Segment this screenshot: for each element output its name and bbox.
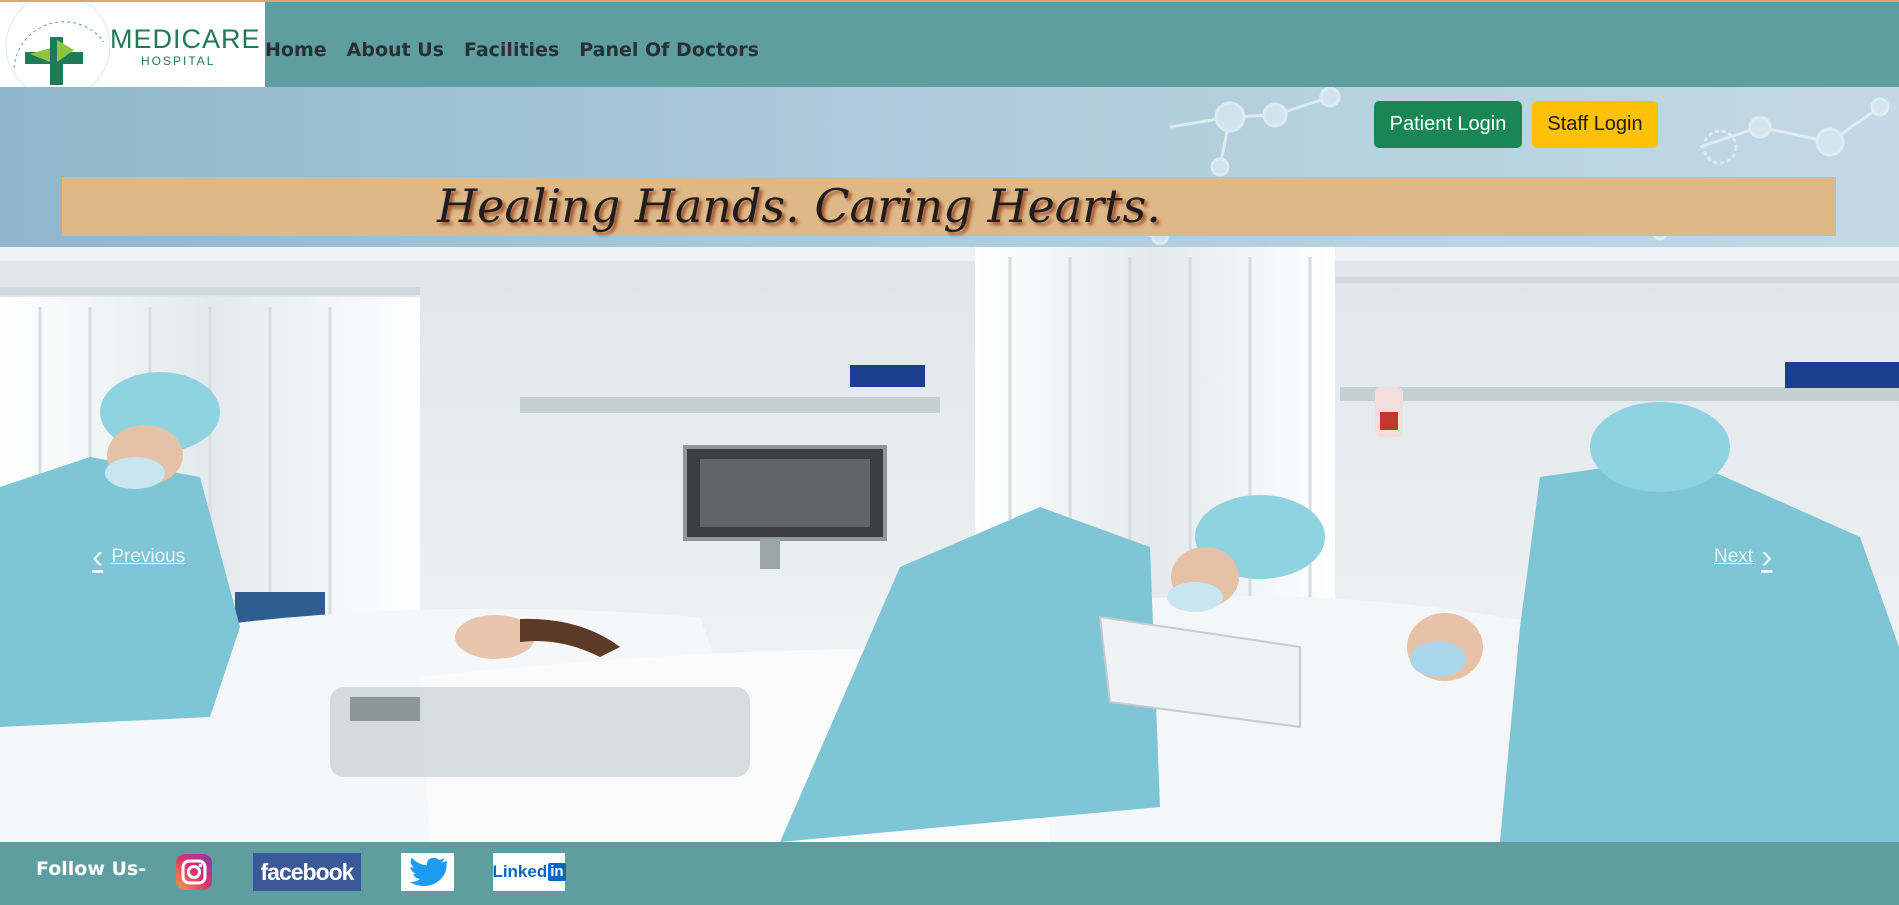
brand-subtitle: HOSPITAL bbox=[141, 54, 216, 68]
patient-login-button[interactable]: Patient Login bbox=[1374, 101, 1522, 148]
instagram-glyph-icon bbox=[181, 859, 207, 885]
follow-us-label: Follow Us- bbox=[36, 858, 147, 880]
staff-login-button[interactable]: Staff Login bbox=[1532, 101, 1658, 148]
brand-name: MEDICARE bbox=[110, 24, 261, 54]
facebook-icon[interactable]: facebook bbox=[253, 853, 361, 891]
hero-tagline: Healing Hands. Caring Hearts. bbox=[437, 179, 1161, 233]
chevron-left-icon: ‹ bbox=[92, 538, 104, 576]
twitter-icon[interactable] bbox=[401, 853, 454, 891]
image-carousel bbox=[0, 247, 1899, 842]
carousel-previous-label: Previous bbox=[111, 546, 186, 567]
linkedin-wordmark: Linked bbox=[492, 862, 548, 881]
linkedin-icon[interactable]: Linked in bbox=[492, 853, 566, 891]
chevron-right-icon: › bbox=[1761, 538, 1773, 576]
nav-about-us[interactable]: About Us bbox=[347, 39, 444, 61]
carousel-previous[interactable]: ‹ Previous bbox=[92, 540, 185, 574]
nav-panel-of-doctors[interactable]: Panel Of Doctors bbox=[579, 39, 759, 61]
main-nav: Home About Us Facilities Panel Of Doctor… bbox=[265, 39, 759, 61]
twitter-bird-icon bbox=[409, 857, 447, 887]
nav-facilities[interactable]: Facilities bbox=[464, 39, 559, 61]
carousel-next-label: Next bbox=[1714, 546, 1754, 567]
hospital-logo[interactable]: MEDICARE HOSPITAL bbox=[0, 2, 265, 87]
hospital-ward-photo bbox=[0, 247, 1899, 842]
instagram-icon[interactable] bbox=[176, 854, 212, 890]
nav-home[interactable]: Home bbox=[265, 39, 327, 61]
linkedin-in-badge: in bbox=[548, 863, 566, 881]
facebook-wordmark: facebook bbox=[260, 858, 355, 885]
carousel-next[interactable]: Next › bbox=[1714, 540, 1772, 574]
